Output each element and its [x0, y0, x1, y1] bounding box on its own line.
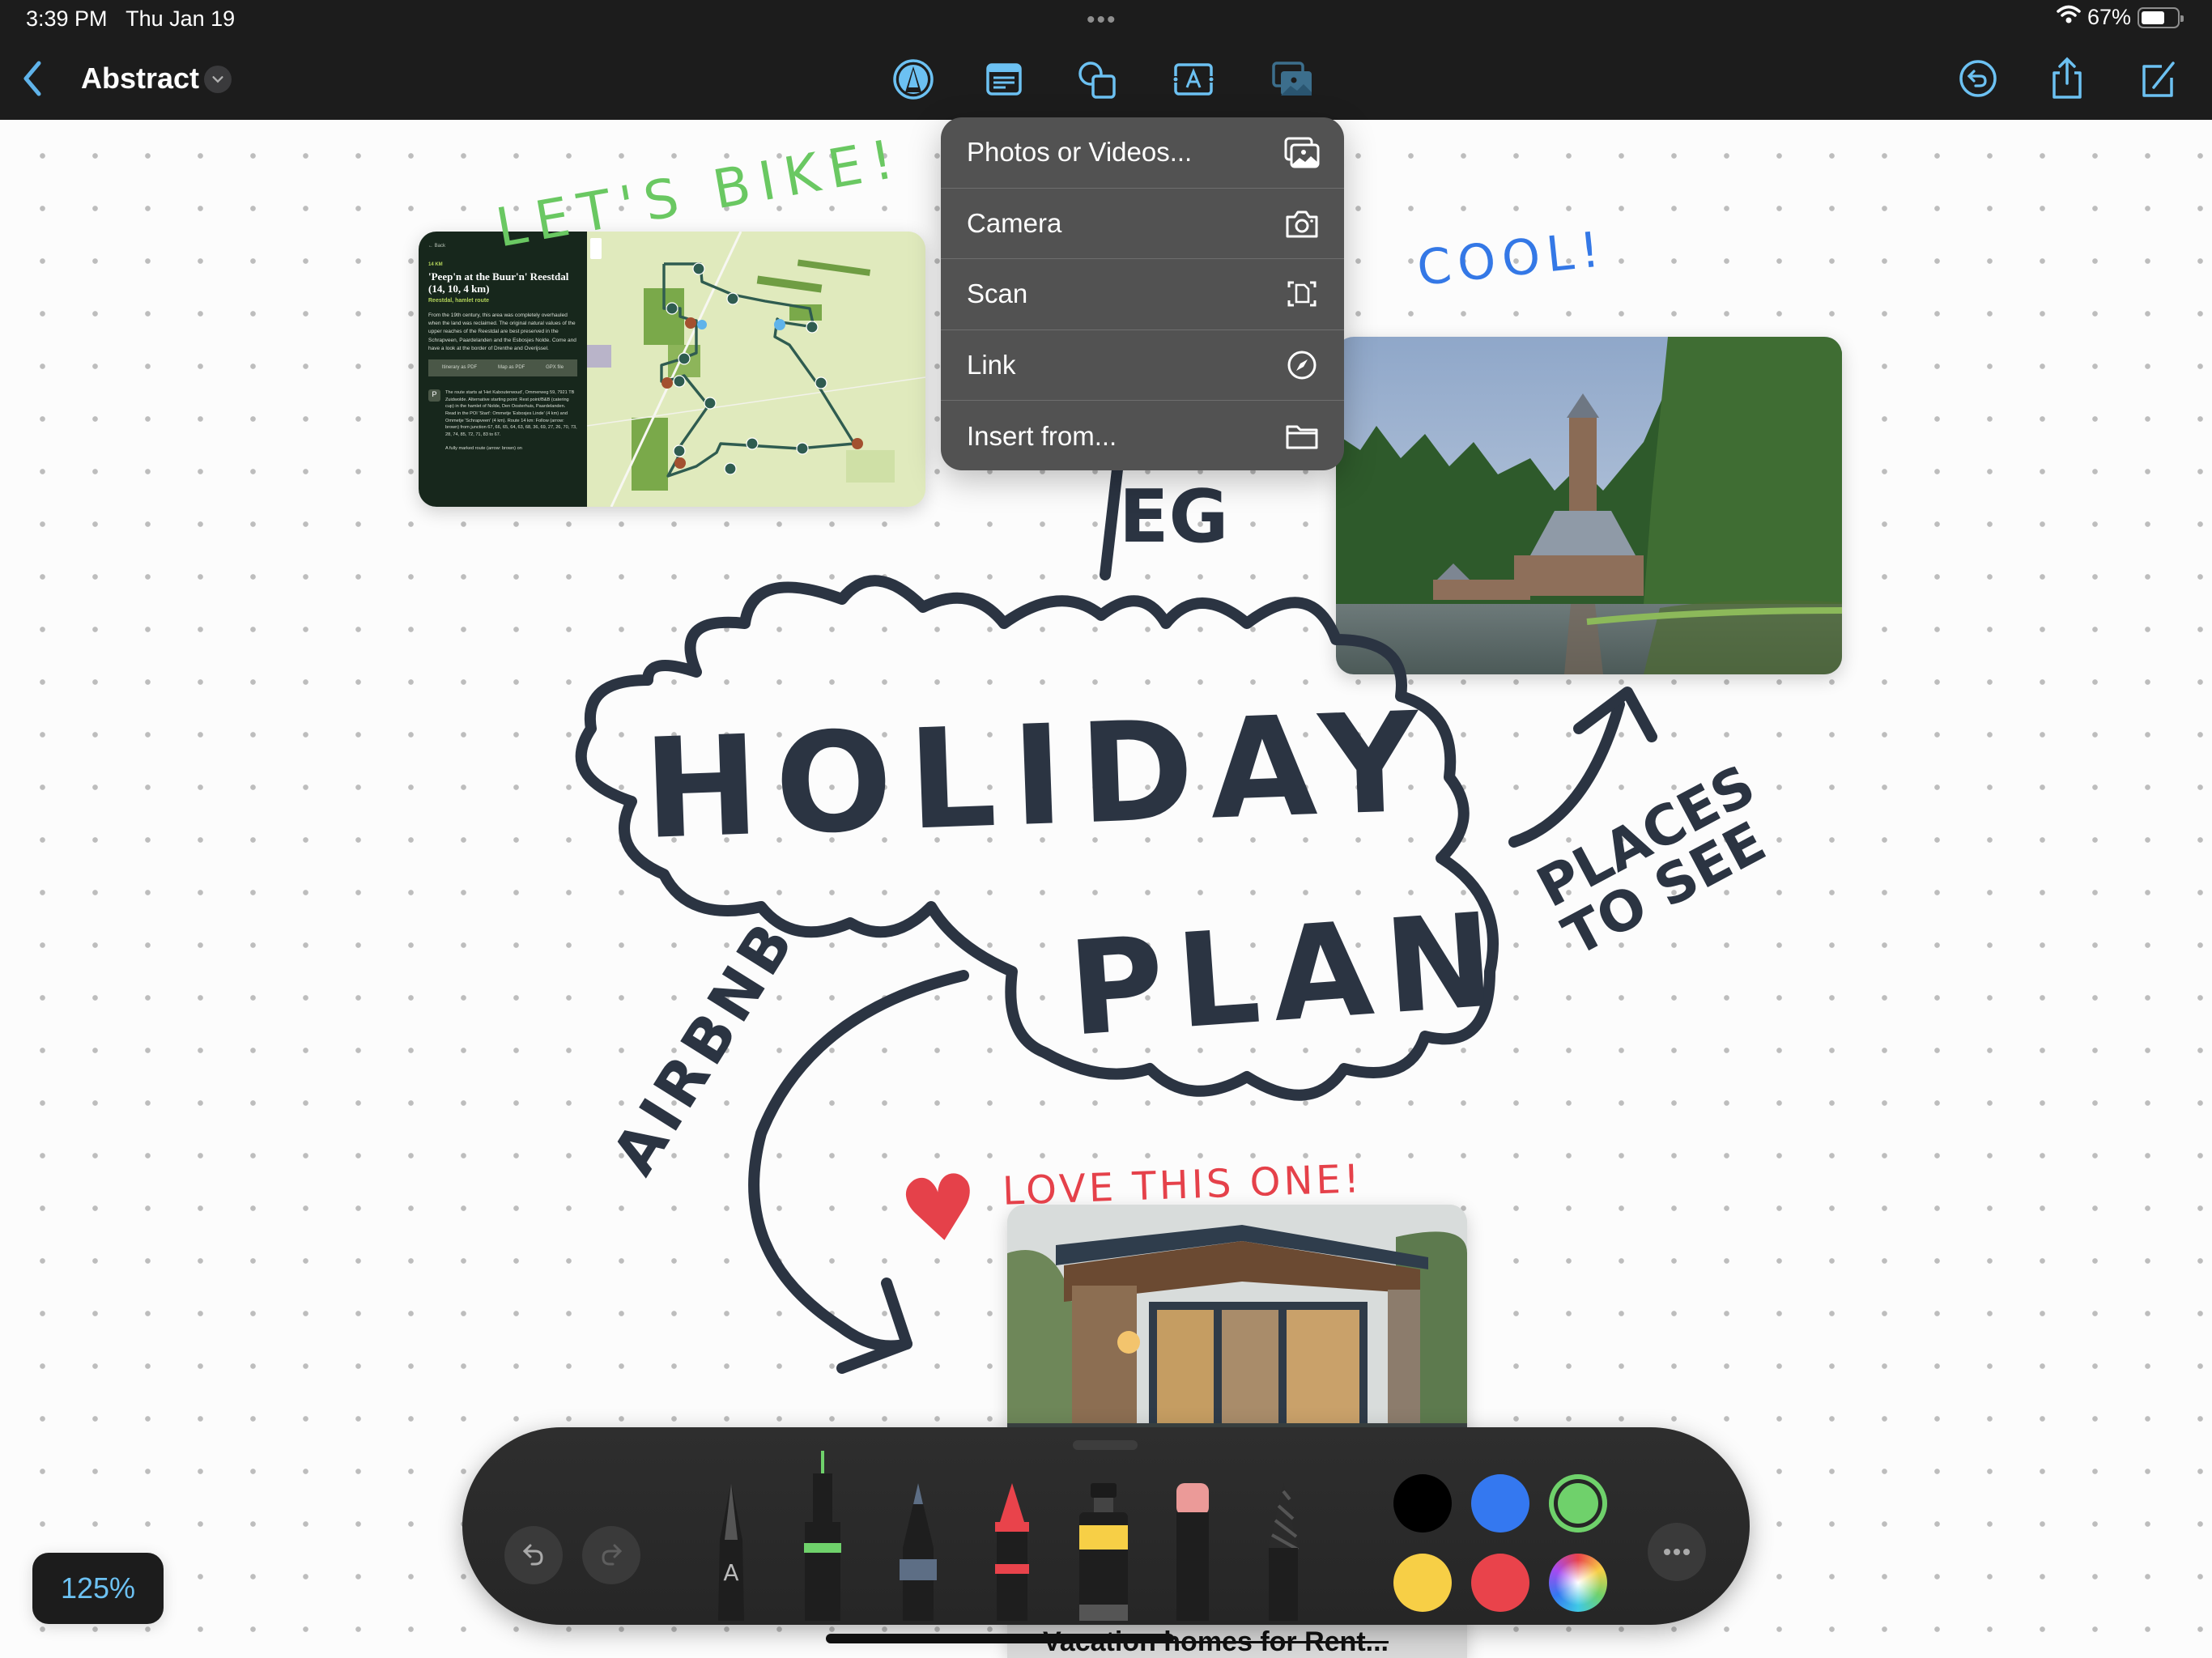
board-title[interactable]: Abstract — [81, 62, 199, 96]
photo-stack-icon — [1272, 62, 1312, 96]
scan-document-icon — [1287, 281, 1317, 307]
eraser-icon — [1176, 1483, 1209, 1621]
shapes-icon — [1078, 62, 1116, 99]
fill-bucket-tool[interactable] — [1078, 1483, 1129, 1625]
more-options-button[interactable] — [1648, 1523, 1706, 1581]
color-swatch-green[interactable] — [1549, 1474, 1607, 1533]
svg-text:A: A — [723, 1559, 738, 1586]
fineliner-tool[interactable] — [804, 1451, 841, 1625]
menu-item-camera[interactable]: Camera — [941, 189, 1344, 260]
palette-drag-handle[interactable] — [1073, 1440, 1138, 1450]
compass-icon — [1287, 351, 1317, 380]
text-frame-icon — [1173, 63, 1214, 96]
plan-heading: PLAN — [1064, 883, 1512, 1065]
paint-tube-icon — [1079, 1483, 1128, 1621]
color-swatch-yellow[interactable] — [1393, 1554, 1452, 1612]
menu-item-insert-from[interactable]: Insert from... — [941, 401, 1344, 470]
menu-item-scan[interactable]: Scan — [941, 259, 1344, 330]
menu-item-link[interactable]: Link — [941, 330, 1344, 402]
insert-media-menu: Photos or Videos... Camera Scan Link Ins… — [941, 117, 1344, 470]
crayon-tool[interactable] — [993, 1483, 1031, 1625]
home-indicator[interactable] — [826, 1634, 1174, 1643]
share-icon — [2052, 57, 2082, 99]
wifi-icon — [2057, 5, 2081, 30]
shapes-button[interactable] — [1075, 58, 1117, 100]
undo-circle-icon — [1959, 60, 1997, 97]
chevron-down-icon — [212, 76, 223, 83]
chevron-left-icon — [23, 61, 41, 96]
photos-icon — [1284, 137, 1320, 168]
pen-tool-button[interactable] — [892, 58, 934, 100]
airbnb-arrow — [748, 970, 969, 1352]
text-box-button[interactable] — [983, 58, 1025, 100]
battery-icon — [2138, 6, 2184, 28]
color-swatch-multicolor[interactable] — [1549, 1554, 1607, 1612]
color-swatch-red[interactable] — [1471, 1554, 1529, 1612]
undo-button[interactable] — [504, 1526, 563, 1584]
holiday-heading: HOLIDAY — [640, 682, 1439, 871]
top-bar: 3:39 PM Thu Jan 19 ••• 67% Abstract — [0, 0, 2212, 120]
compose-icon — [2142, 62, 2175, 97]
menu-item-photos-or-videos[interactable]: Photos or Videos... — [941, 117, 1344, 189]
multitasking-dots-icon[interactable]: ••• — [1087, 6, 1117, 34]
text-box-icon — [986, 63, 1022, 96]
status-time: 3:39 PM Thu Jan 19 — [26, 6, 236, 31]
pencil-icon — [900, 1483, 937, 1621]
ellipsis-icon — [1664, 1549, 1690, 1555]
crayon-icon — [995, 1483, 1029, 1621]
partial-word-label: EG — [1119, 474, 1229, 559]
drawing-tool-palette: A — [462, 1427, 1750, 1625]
back-button[interactable] — [16, 58, 49, 99]
share-button[interactable] — [2047, 57, 2087, 100]
color-swatch-black[interactable] — [1393, 1474, 1452, 1533]
lasso-tool[interactable] — [1266, 1483, 1301, 1625]
undo-icon — [522, 1544, 543, 1566]
zoom-level-indicator[interactable]: 125% — [32, 1553, 164, 1624]
redo-icon — [602, 1544, 623, 1566]
places-arrow — [1508, 699, 1625, 848]
fineliner-icon — [804, 1451, 841, 1621]
pencil-tool[interactable] — [900, 1483, 937, 1625]
title-menu-button[interactable] — [204, 66, 232, 93]
airbnb-arrowhead — [836, 1278, 912, 1374]
folder-icon — [1286, 425, 1318, 449]
color-swatch-blue[interactable] — [1471, 1474, 1529, 1533]
history-button[interactable] — [1958, 57, 1998, 100]
redo-button[interactable] — [582, 1526, 640, 1584]
monoline-pen-icon: A — [718, 1483, 744, 1621]
battery-percent: 67% — [2087, 5, 2131, 29]
battery-level — [2142, 11, 2165, 24]
monoline-pen-tool[interactable]: A — [715, 1483, 747, 1625]
text-button[interactable] — [1172, 58, 1214, 100]
eraser-tool[interactable] — [1175, 1483, 1210, 1625]
upper-stem — [1100, 464, 1123, 580]
new-board-button[interactable] — [2138, 57, 2178, 100]
pencil-tip-circle-icon — [893, 59, 934, 100]
camera-icon — [1286, 210, 1318, 238]
lasso-icon — [1269, 1483, 1299, 1621]
media-button[interactable] — [1271, 58, 1313, 100]
status-indicators: 67% — [2057, 5, 2184, 30]
